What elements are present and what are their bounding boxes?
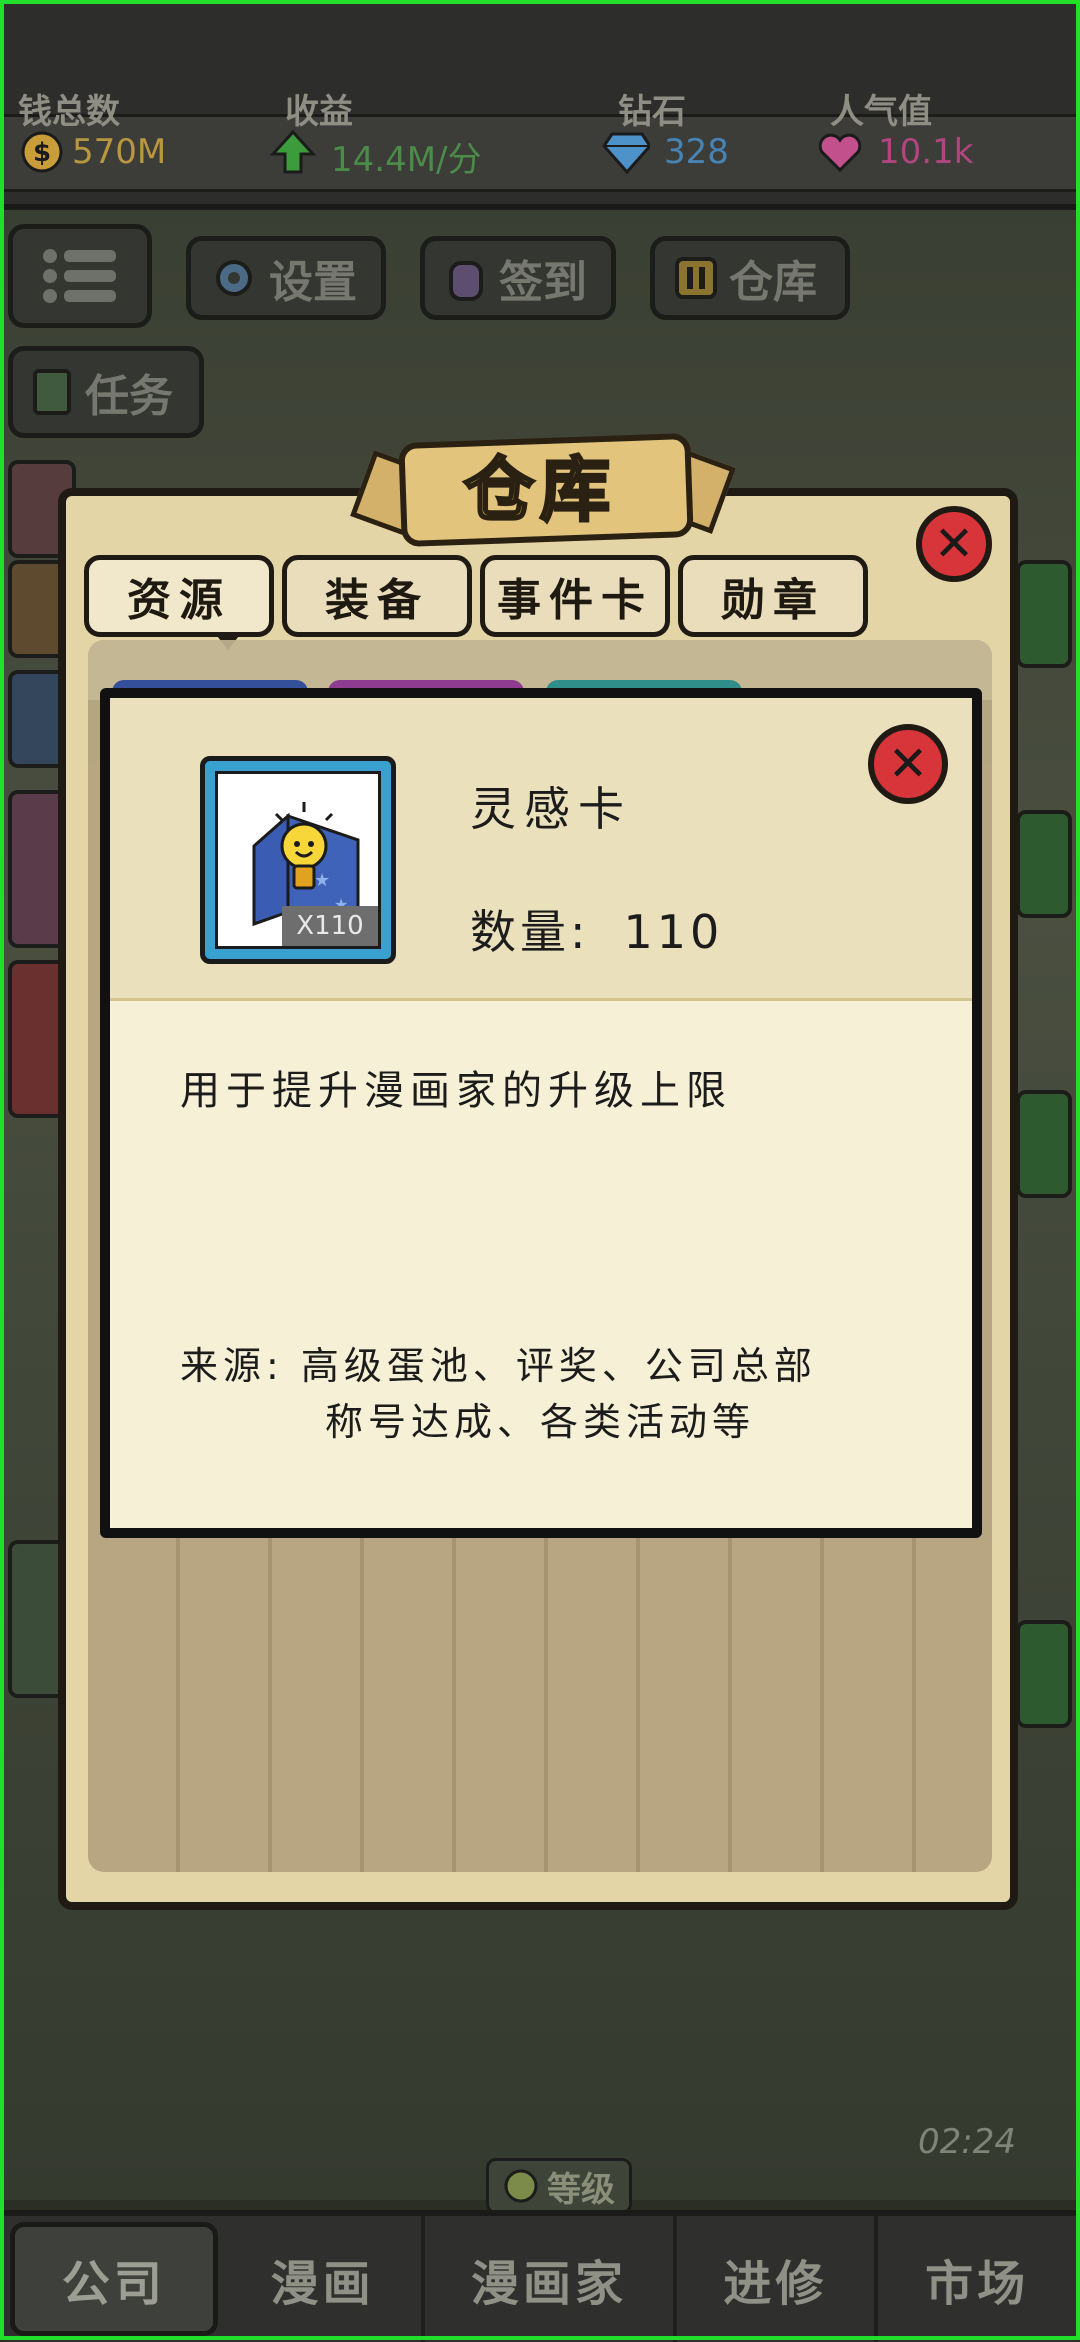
level-badge-icon <box>504 2169 538 2203</box>
warehouse-title: 仓库 <box>463 448 616 533</box>
panel-close-button[interactable]: ✕ <box>916 506 992 582</box>
item-icon-box: ★ ★ X110 <box>215 771 381 949</box>
settings-button[interactable]: 设置 <box>186 236 386 320</box>
tab-medals[interactable]: 勋章 <box>678 555 868 637</box>
nav-artists[interactable]: 漫画家 <box>425 2216 677 2342</box>
checkin-label: 签到 <box>499 257 587 308</box>
menu-list-icon <box>43 249 116 303</box>
item-quantity: 数量: 110 <box>470 896 723 962</box>
item-source: 来源: 高级蛋池、评奖、公司总部 称号达成、各类活动等 <box>180 1338 817 1450</box>
tab-event-cards[interactable]: 事件卡 <box>480 555 670 637</box>
checkin-button[interactable]: 签到 <box>420 236 616 320</box>
diamond-icon <box>602 128 650 176</box>
tab-equipment[interactable]: 装备 <box>282 555 472 637</box>
quantity-value: 110 <box>623 905 724 959</box>
level-label: 等级 <box>547 2169 615 2210</box>
hand-icon <box>449 261 483 301</box>
money-label: 钱总数 <box>18 92 120 132</box>
item-name: 灵感卡 <box>470 782 632 836</box>
popularity-label: 人气值 <box>830 92 932 132</box>
nav-comics[interactable]: 漫画 <box>224 2216 426 2342</box>
heart-icon <box>816 128 864 176</box>
item-count-badge: X110 <box>282 906 378 946</box>
warehouse-title-banner: 仓库 <box>350 420 736 548</box>
timer-readout: 02:24 <box>918 2122 1016 2162</box>
coin-icon: $ <box>18 128 66 176</box>
level-chip[interactable]: 等级 <box>486 2158 632 2214</box>
money-value: 570M <box>72 132 167 172</box>
upgrade-arrow-2[interactable] <box>1016 810 1072 918</box>
nav-training[interactable]: 进修 <box>677 2216 879 2342</box>
close-icon: ✕ <box>887 736 929 792</box>
nav-company[interactable]: 公司 <box>10 2222 218 2336</box>
source-line-2: 称号达成、各类活动等 <box>325 1400 756 1444</box>
menu-button[interactable] <box>8 224 152 328</box>
bottom-nav: 公司 漫画 漫画家 进修 市场 <box>4 2210 1076 2342</box>
gear-icon <box>216 260 252 296</box>
warehouse-hud-button[interactable]: 仓库 <box>650 236 850 320</box>
header-divider <box>110 998 972 1001</box>
tab-resources[interactable]: 资源 <box>84 555 274 637</box>
popularity-value: 10.1k <box>878 132 974 172</box>
tasks-button[interactable]: 任务 <box>8 346 204 438</box>
diamonds-value: 328 <box>664 132 729 172</box>
settings-label: 设置 <box>269 257 357 308</box>
nav-market[interactable]: 市场 <box>878 2216 1076 2342</box>
income-value: 14.4M/分 <box>331 140 482 180</box>
warehouse-hud-label: 仓库 <box>729 257 817 308</box>
warehouse-box-icon <box>675 257 717 299</box>
upgrade-arrow-4[interactable] <box>1016 1620 1072 1728</box>
item-icon-frame: ★ ★ X110 <box>200 756 396 964</box>
svg-text:★: ★ <box>314 870 330 891</box>
stats-bar: 钱总数 $ 570M 收益 14.4M/分 钻石 328 人气值 10.1k <box>4 4 1076 210</box>
svg-text:$: $ <box>33 138 51 168</box>
item-description: 用于提升漫画家的升级上限 <box>180 1068 732 1114</box>
upgrade-arrow-3[interactable] <box>1016 1090 1072 1198</box>
source-label: 来源: <box>180 1344 284 1388</box>
task-note-icon <box>33 369 71 415</box>
popup-close-button[interactable]: ✕ <box>868 724 948 804</box>
up-arrow-icon <box>269 128 317 176</box>
diamonds-label: 钻石 <box>618 92 686 132</box>
source-line-1: 高级蛋池、评奖、公司总部 <box>300 1344 817 1388</box>
upgrade-arrow-1[interactable] <box>1016 560 1072 668</box>
item-detail-popup: ★ ★ X110 灵感卡 数量: 110 用于提升漫画家的升级上限 来源: 高级蛋… <box>100 688 982 1538</box>
tasks-label: 任务 <box>85 371 173 422</box>
close-icon: ✕ <box>933 516 975 572</box>
income-label: 收益 <box>285 92 353 132</box>
quantity-label: 数量: <box>470 905 590 959</box>
item-detail-header: ★ ★ X110 灵感卡 数量: 110 <box>110 698 972 998</box>
